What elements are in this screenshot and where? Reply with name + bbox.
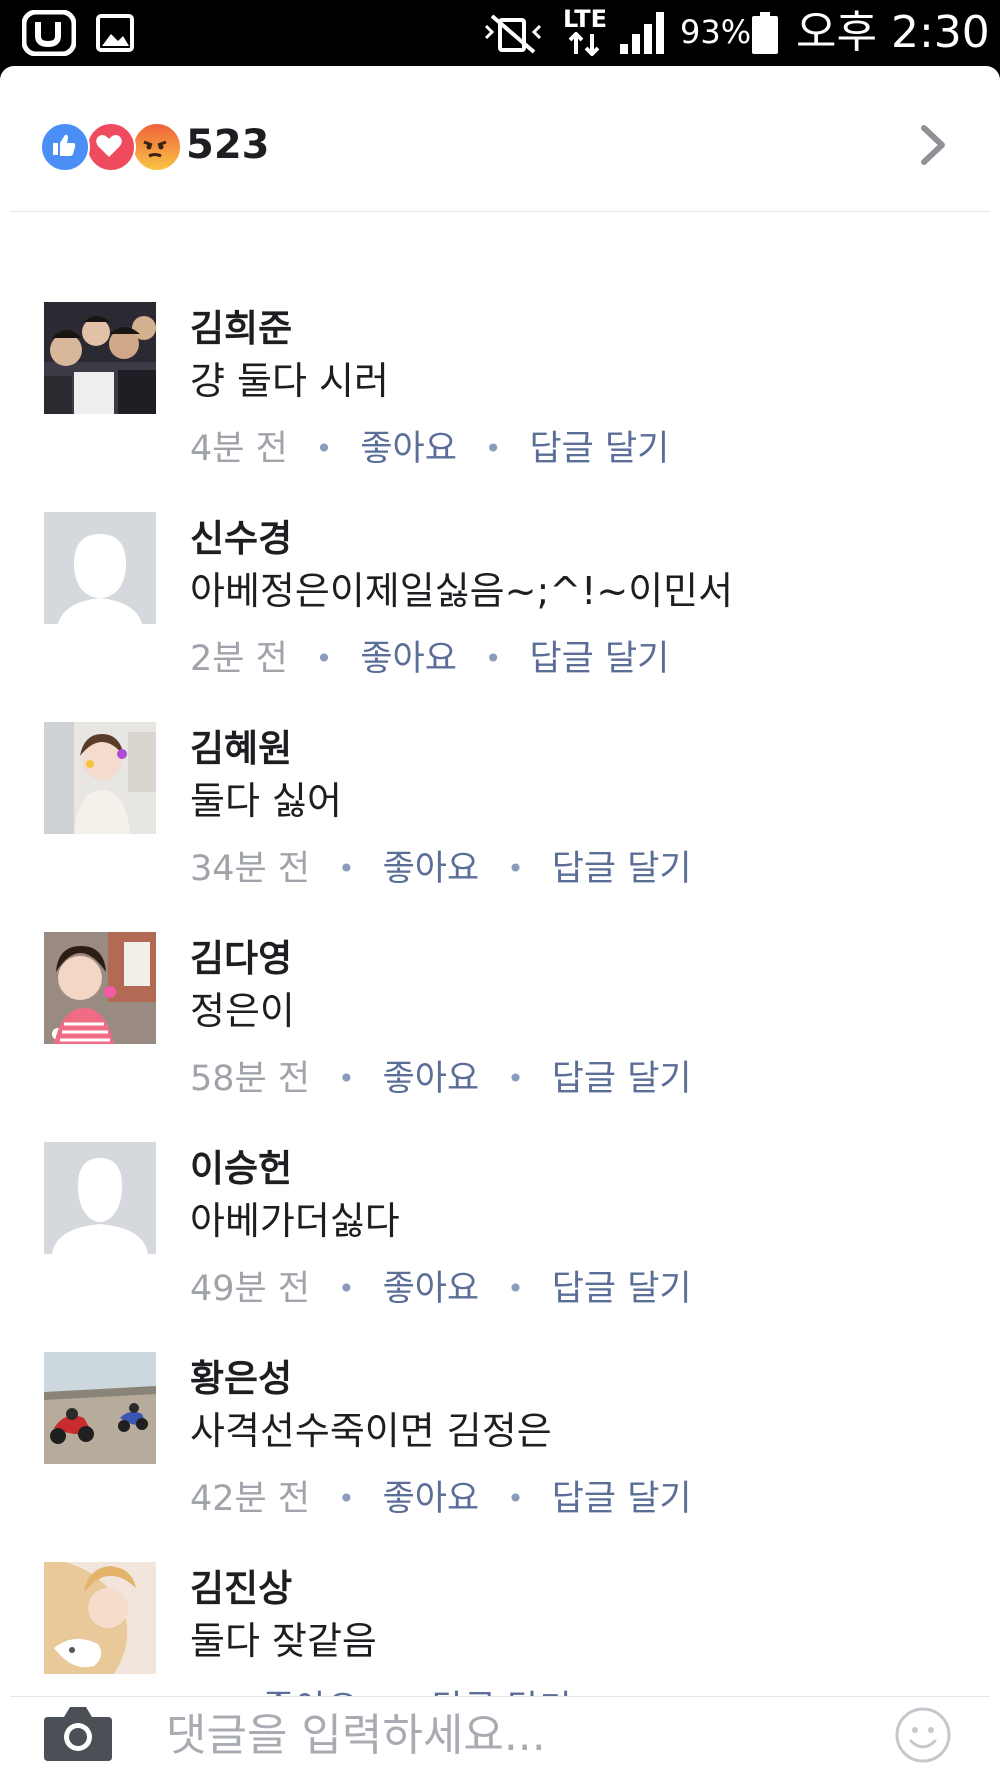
- separator-dot: •: [338, 1272, 355, 1305]
- separator-dot: •: [507, 1272, 524, 1305]
- commenter-name[interactable]: 이승헌: [190, 1144, 292, 1194]
- separator-dot: •: [484, 642, 502, 675]
- camera-icon[interactable]: [42, 1703, 114, 1765]
- comment-time: 2분 전: [190, 639, 288, 679]
- reaction-count: 523: [186, 122, 270, 168]
- like-button[interactable]: 좋아요: [383, 1474, 480, 1524]
- separator-dot: •: [338, 852, 355, 885]
- like-button[interactable]: 좋아요: [383, 1264, 480, 1314]
- separator-dot: •: [484, 432, 502, 465]
- reply-button[interactable]: 답글 달기: [432, 1684, 572, 1696]
- comment-composer: [0, 1697, 1000, 1777]
- gallery-icon: [96, 14, 134, 52]
- separator-dot: •: [507, 852, 524, 885]
- separator-dot: •: [338, 1062, 355, 1095]
- comments-sheet: 523 김희준 걍 둘다 시러 4분 전 • 좋아요 • 답글 달기 신수경 아…: [0, 66, 1000, 1777]
- like-button[interactable]: 좋아요: [263, 1684, 360, 1696]
- commenter-name[interactable]: 김다영: [190, 934, 292, 984]
- comment-text: 둘다 잦같음: [190, 1619, 377, 1663]
- comment-meta: 42분 전 • 좋아요 • 답글 달기: [190, 1474, 692, 1524]
- commenter-name[interactable]: 김혜원: [190, 724, 292, 774]
- like-button[interactable]: 좋아요: [360, 424, 457, 474]
- separator-dot: •: [315, 642, 333, 675]
- comment-list: 김희준 걍 둘다 시러 4분 전 • 좋아요 • 답글 달기 신수경 아베정은이…: [0, 212, 1000, 1696]
- comment-text: 걍 둘다 시러: [190, 359, 389, 403]
- signal-icon: [618, 10, 668, 56]
- comment-text: 둘다 싫어: [190, 779, 342, 823]
- comment-item: 이승헌 아베가더싫다 49분 전 • 좋아요 • 답글 달기: [0, 1142, 1000, 1352]
- reply-button[interactable]: 답글 달기: [552, 844, 692, 894]
- comment-item: 황은성 사격선수죽이면 김정은 42분 전 • 좋아요 • 답글 달기: [0, 1352, 1000, 1562]
- comment-meta: 49분 전 • 좋아요 • 답글 달기: [190, 1264, 692, 1314]
- comment-meta: • 좋아요 • 답글 달기: [190, 1684, 572, 1696]
- separator-dot: •: [507, 1482, 524, 1515]
- avatar-default-female[interactable]: [44, 512, 156, 624]
- u-plus-logo-icon: [21, 9, 77, 57]
- comment-time: 4분 전: [190, 429, 288, 469]
- status-bar: LTE 93% 오후 2:30: [0, 0, 1000, 66]
- comment-item: 김진상 둘다 잦같음 • 좋아요 • 답글 달기: [0, 1562, 1000, 1696]
- reply-button[interactable]: 답글 달기: [552, 1264, 692, 1314]
- separator-dot: •: [218, 1684, 235, 1696]
- comment-item: 김희준 걍 둘다 시러 4분 전 • 좋아요 • 답글 달기: [0, 302, 1000, 512]
- like-icon: [40, 122, 90, 172]
- avatar[interactable]: [44, 1562, 156, 1674]
- reactions-summary[interactable]: 523: [0, 66, 1000, 211]
- separator-dot: •: [387, 1684, 404, 1696]
- comment-time: 58분 전: [190, 1059, 311, 1099]
- reply-button[interactable]: 답글 달기: [552, 1474, 692, 1524]
- love-icon: [86, 122, 136, 172]
- avatar[interactable]: [44, 1352, 156, 1464]
- battery-icon: [752, 12, 778, 54]
- comment-time: 49분 전: [190, 1269, 311, 1309]
- comment-text: 정은이: [190, 989, 295, 1033]
- comment-meta: 34분 전 • 좋아요 • 답글 달기: [190, 844, 692, 894]
- comment-item: 김다영 정은이 58분 전 • 좋아요 • 답글 달기: [0, 932, 1000, 1142]
- like-button[interactable]: 좋아요: [360, 634, 457, 684]
- separator-dot: •: [338, 1482, 355, 1515]
- vibrate-mute-icon: [482, 14, 544, 54]
- comment-time: 42분 전: [190, 1479, 311, 1519]
- network-label: LTE: [562, 5, 608, 33]
- reply-button[interactable]: 답글 달기: [529, 634, 669, 684]
- reply-button[interactable]: 답글 달기: [552, 1054, 692, 1104]
- avatar[interactable]: [44, 722, 156, 834]
- avatar[interactable]: [44, 302, 156, 414]
- avatar-default-male[interactable]: [44, 1142, 156, 1254]
- comment-meta: 58분 전 • 좋아요 • 답글 달기: [190, 1054, 692, 1104]
- reply-button[interactable]: 답글 달기: [529, 424, 669, 474]
- comment-input[interactable]: [166, 1697, 866, 1773]
- comment-time: 34분 전: [190, 849, 311, 889]
- like-button[interactable]: 좋아요: [383, 844, 480, 894]
- comment-meta: 4분 전 • 좋아요 • 답글 달기: [190, 424, 669, 474]
- angry-icon: [132, 122, 182, 172]
- separator-dot: •: [507, 1062, 524, 1095]
- commenter-name[interactable]: 김희준: [190, 304, 292, 354]
- chevron-right-icon[interactable]: [916, 120, 950, 170]
- commenter-name[interactable]: 황은성: [190, 1354, 292, 1404]
- lte-data-icon: LTE: [560, 6, 610, 60]
- commenter-name[interactable]: 김진상: [190, 1564, 292, 1614]
- commenter-name[interactable]: 신수경: [190, 514, 292, 564]
- avatar[interactable]: [44, 932, 156, 1044]
- comment-text: 아베정은이제일싫음~;^!~이민서: [190, 569, 734, 613]
- comment-text: 사격선수죽이면 김정은: [190, 1409, 552, 1453]
- comment-item: 신수경 아베정은이제일싫음~;^!~이민서 2분 전 • 좋아요 • 답글 달기: [0, 512, 1000, 722]
- clock: 오후 2:30: [796, 7, 990, 58]
- comment-item: 김혜원 둘다 싫어 34분 전 • 좋아요 • 답글 달기: [0, 722, 1000, 932]
- comment-text: 아베가더싫다: [190, 1199, 400, 1243]
- battery-percent: 93%: [680, 13, 752, 51]
- separator-dot: •: [315, 432, 333, 465]
- comment-meta: 2분 전 • 좋아요 • 답글 달기: [190, 634, 669, 684]
- emoji-icon[interactable]: [894, 1706, 952, 1764]
- like-button[interactable]: 좋아요: [383, 1054, 480, 1104]
